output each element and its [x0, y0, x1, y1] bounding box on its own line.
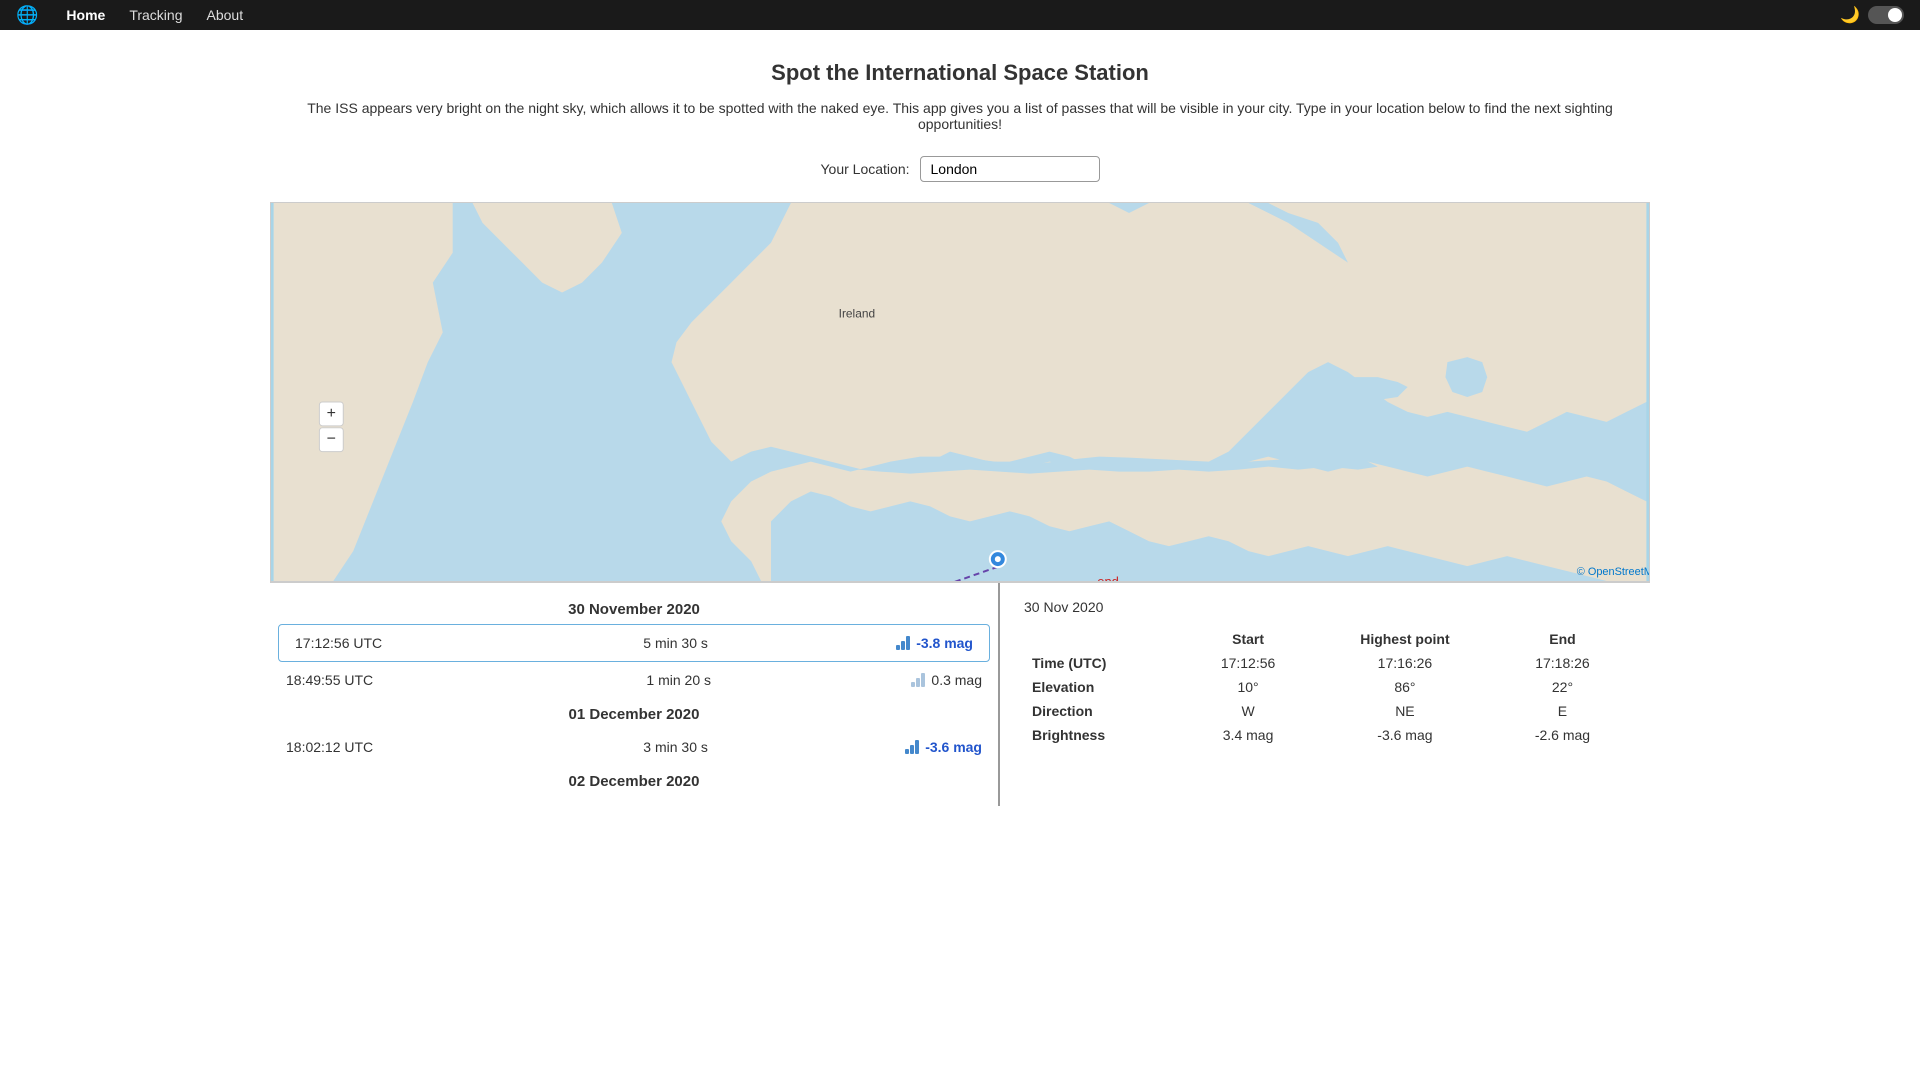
col-header-highest: Highest point — [1311, 627, 1499, 651]
table-row: Direction W NE E — [1024, 699, 1626, 723]
main-content: Spot the International Space Station The… — [250, 30, 1670, 806]
row-highest: -3.6 mag — [1311, 723, 1499, 747]
pass-brightness: 0.3 mag — [911, 672, 982, 688]
svg-text:© OpenStreetMap contributors: © OpenStreetMap contributors — [1577, 566, 1649, 578]
brightness-bars-icon — [896, 636, 910, 650]
row-label: Elevation — [1024, 675, 1185, 699]
nav-logo: 🌐 — [16, 5, 38, 26]
table-row: Elevation 10° 86° 22° — [1024, 675, 1626, 699]
table-row: Brightness 3.4 mag -3.6 mag -2.6 mag — [1024, 723, 1626, 747]
pass-row[interactable]: 18:02:12 UTC 3 min 30 s -3.6 mag — [270, 729, 998, 765]
nav-about[interactable]: About — [195, 0, 256, 30]
pass-brightness: -3.6 mag — [905, 739, 982, 755]
detail-date: 30 Nov 2020 — [1024, 599, 1626, 615]
row-label: Time (UTC) — [1024, 651, 1185, 675]
row-highest: 17:16:26 — [1311, 651, 1499, 675]
pass-time: 17:12:56 UTC — [295, 635, 455, 651]
brightness-bars-icon — [905, 740, 919, 754]
nav-home[interactable]: Home — [54, 0, 117, 30]
row-start: W — [1185, 699, 1311, 723]
row-end: 22° — [1499, 675, 1626, 699]
pass-duration: 3 min 30 s — [446, 739, 905, 755]
table-row: Time (UTC) 17:12:56 17:16:26 17:18:26 — [1024, 651, 1626, 675]
dark-mode-toggle[interactable] — [1868, 6, 1904, 24]
row-label: Direction — [1024, 699, 1185, 723]
col-header-end: End — [1499, 627, 1626, 651]
col-header-empty — [1024, 627, 1185, 651]
date-header-2: 01 December 2020 — [270, 698, 998, 729]
page-description: The ISS appears very bright on the night… — [270, 100, 1650, 132]
pass-row[interactable]: 17:12:56 UTC 5 min 30 s -3.8 mag — [278, 624, 990, 662]
location-row: Your Location: — [270, 156, 1650, 182]
dark-mode-icon: 🌙 — [1840, 5, 1860, 25]
row-end: -2.6 mag — [1499, 723, 1626, 747]
pass-row[interactable]: 18:49:55 UTC 1 min 20 s 0.3 mag — [270, 662, 998, 698]
detail-table: Start Highest point End Time (UTC) 17:12… — [1024, 627, 1626, 747]
row-highest: NE — [1311, 699, 1499, 723]
pass-duration: 1 min 20 s — [446, 672, 911, 688]
pass-time: 18:49:55 UTC — [286, 672, 446, 688]
row-highest: 86° — [1311, 675, 1499, 699]
row-start: 10° — [1185, 675, 1311, 699]
location-input[interactable] — [920, 156, 1100, 182]
pass-brightness: -3.8 mag — [896, 635, 973, 651]
row-end: 17:18:26 — [1499, 651, 1626, 675]
pass-duration: 5 min 30 s — [455, 635, 896, 651]
brightness-bars-icon — [911, 673, 925, 687]
date-header-3: 02 December 2020 — [270, 765, 998, 796]
svg-text:Ireland: Ireland — [839, 306, 875, 320]
detail-panel: 30 Nov 2020 Start Highest point End Time… — [1000, 583, 1650, 806]
pass-list: 30 November 2020 17:12:56 UTC 5 min 30 s… — [270, 583, 1000, 806]
nav-tracking[interactable]: Tracking — [117, 0, 194, 30]
col-header-start: Start — [1185, 627, 1311, 651]
pass-time: 18:02:12 UTC — [286, 739, 446, 755]
location-label: Your Location: — [821, 161, 910, 177]
svg-text:end: end — [1097, 574, 1119, 581]
row-end: E — [1499, 699, 1626, 723]
svg-text:−: − — [327, 431, 336, 448]
row-start: 3.4 mag — [1185, 723, 1311, 747]
map-container[interactable]: start end + − Ireland © OpenStreetMap co… — [270, 202, 1650, 582]
row-start: 17:12:56 — [1185, 651, 1311, 675]
bottom-section: 30 November 2020 17:12:56 UTC 5 min 30 s… — [270, 582, 1650, 806]
date-header-1: 30 November 2020 — [270, 593, 998, 624]
map-svg: start end + − Ireland © OpenStreetMap co… — [271, 203, 1649, 581]
page-title: Spot the International Space Station — [270, 60, 1650, 86]
navbar: 🌐 Home Tracking About 🌙 — [0, 0, 1920, 30]
svg-text:+: + — [327, 405, 336, 422]
row-label: Brightness — [1024, 723, 1185, 747]
